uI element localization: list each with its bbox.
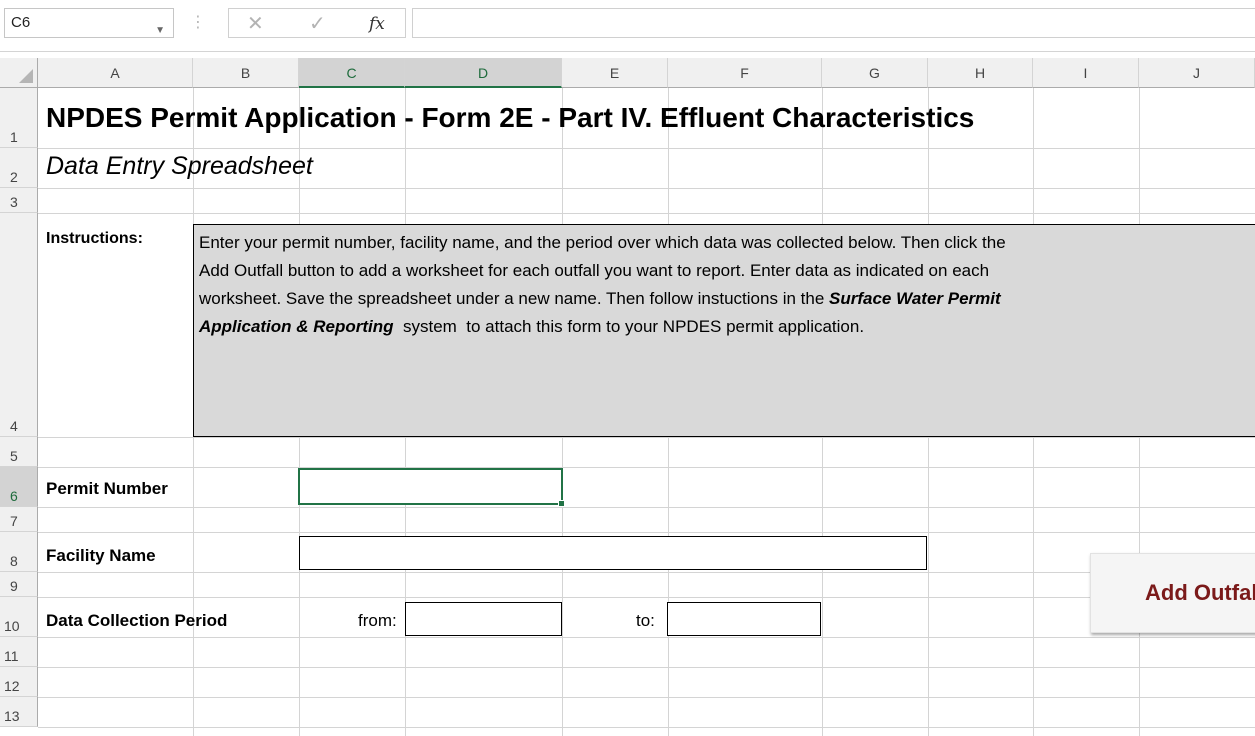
facility-name-label: Facility Name bbox=[46, 546, 156, 565]
instructions-line-4: system to attach this form to your NPDES… bbox=[393, 317, 865, 336]
row-header-7[interactable]: 7 bbox=[0, 507, 38, 532]
column-header-a[interactable]: A bbox=[38, 58, 193, 88]
column-header-i[interactable]: I bbox=[1033, 58, 1139, 88]
row-header-3[interactable]: 3 bbox=[0, 188, 38, 213]
column-header-e[interactable]: E bbox=[562, 58, 668, 88]
row-header-11[interactable]: 11 bbox=[0, 637, 38, 667]
from-label: from: bbox=[358, 611, 397, 630]
column-header-g[interactable]: G bbox=[822, 58, 928, 88]
sheet-title: NPDES Permit Application - Form 2E - Par… bbox=[46, 102, 975, 133]
row-header-1[interactable]: 1 bbox=[0, 88, 38, 148]
formula-input[interactable] bbox=[412, 8, 1255, 38]
from-date-input[interactable] bbox=[405, 602, 562, 636]
select-all-icon bbox=[19, 69, 33, 83]
column-header-d[interactable]: D bbox=[405, 58, 562, 88]
column-header-h[interactable]: H bbox=[928, 58, 1033, 88]
fx-icon[interactable]: fx bbox=[369, 14, 385, 34]
instructions-system-name-2: Application & Reporting bbox=[199, 317, 394, 336]
row-header-10[interactable]: 10 bbox=[0, 597, 38, 637]
row-header-9[interactable]: 9 bbox=[0, 572, 38, 597]
name-box[interactable]: C6 ▼ bbox=[4, 8, 174, 38]
instructions-line-1: Enter your permit number, facility name,… bbox=[199, 233, 1006, 252]
row-header-5[interactable]: 5 bbox=[0, 437, 38, 467]
select-all-corner[interactable] bbox=[0, 58, 38, 88]
fill-handle[interactable] bbox=[558, 500, 565, 507]
column-header-c[interactable]: C bbox=[299, 58, 405, 88]
row-header-8[interactable]: 8 bbox=[0, 532, 38, 572]
row-header-6[interactable]: 6 bbox=[0, 467, 38, 507]
row-header-4[interactable]: 4 bbox=[0, 213, 38, 437]
row-header-2[interactable]: 2 bbox=[0, 148, 38, 188]
instructions-line-2: Add Outfall button to add a worksheet fo… bbox=[199, 261, 990, 280]
name-box-value: C6 bbox=[11, 14, 31, 31]
column-header-b[interactable]: B bbox=[193, 58, 299, 88]
drag-handle-icon[interactable]: ⋮ bbox=[190, 12, 206, 32]
cancel-icon[interactable]: ✕ bbox=[247, 11, 264, 36]
enter-icon[interactable]: ✓ bbox=[309, 11, 326, 36]
row-header-13[interactable]: 13 bbox=[0, 697, 38, 727]
instructions-box: Enter your permit number, facility name,… bbox=[193, 224, 1255, 437]
column-header-f[interactable]: F bbox=[668, 58, 822, 88]
data-collection-period-label: Data Collection Period bbox=[46, 611, 228, 630]
instructions-system-name-1: Surface Water Permit bbox=[829, 289, 1001, 308]
instructions-line-3: worksheet. Save the spreadsheet under a … bbox=[199, 289, 830, 308]
row-header-12[interactable]: 12 bbox=[0, 667, 38, 697]
add-outfall-button-label: Add Outfall bbox=[1145, 580, 1255, 605]
instructions-text: Enter your permit number, facility name,… bbox=[199, 229, 1255, 341]
add-outfall-button[interactable]: Add Outfall bbox=[1090, 553, 1255, 633]
facility-name-input[interactable] bbox=[299, 536, 927, 570]
formula-bar: C6 ▼ ⋮ ✕ ✓ fx bbox=[0, 0, 1255, 52]
permit-number-label: Permit Number bbox=[46, 479, 168, 498]
formula-buttons: ✕ ✓ fx bbox=[228, 8, 406, 38]
chevron-down-icon[interactable]: ▼ bbox=[155, 17, 165, 45]
permit-number-input[interactable] bbox=[298, 468, 563, 505]
to-label: to: bbox=[636, 611, 655, 630]
sheet-subtitle: Data Entry Spreadsheet bbox=[46, 152, 313, 180]
column-header-j[interactable]: J bbox=[1139, 58, 1255, 88]
to-date-input[interactable] bbox=[667, 602, 821, 636]
instructions-label: Instructions: bbox=[46, 230, 143, 247]
